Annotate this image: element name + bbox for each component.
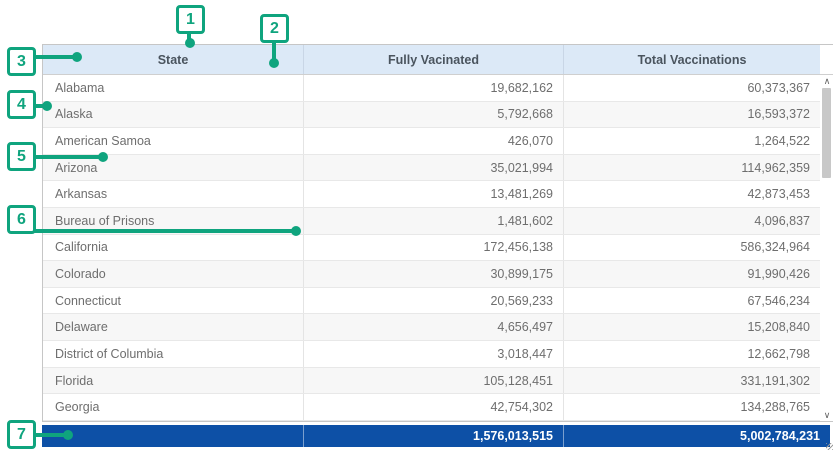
screenshot-canvas: State Fully Vacinated Total Vaccinations… bbox=[0, 0, 833, 453]
header-scrollbar-corner bbox=[820, 45, 833, 74]
cell-state: Georgia bbox=[43, 394, 304, 420]
column-header-total-vaccinations[interactable]: Total Vaccinations bbox=[564, 45, 820, 74]
table-row[interactable]: Delaware 4,656,497 15,208,840 bbox=[43, 314, 820, 341]
callout-dot-1 bbox=[185, 38, 195, 48]
callout-dot-6 bbox=[291, 226, 301, 236]
cell-state: Arkansas bbox=[43, 181, 304, 207]
cell-state: California bbox=[43, 235, 304, 261]
cell-fully-vaccinated: 30,899,175 bbox=[304, 261, 564, 287]
cell-total-vaccinations: 91,990,426 bbox=[564, 261, 820, 287]
table-row[interactable]: Arkansas 13,481,269 42,873,453 bbox=[43, 181, 820, 208]
callout-dot-2 bbox=[269, 58, 279, 68]
table-rows: Alabama 19,682,162 60,373,367 Alaska 5,7… bbox=[43, 75, 820, 421]
cell-fully-vaccinated: 19,682,162 bbox=[304, 75, 564, 101]
scroll-down-icon[interactable]: ∨ bbox=[820, 410, 833, 420]
table-row[interactable]: Connecticut 20,569,233 67,546,234 bbox=[43, 288, 820, 315]
totals-cell-state bbox=[42, 425, 303, 447]
annotation-marker-4: 4 bbox=[7, 90, 36, 119]
table-row[interactable]: Alaska 5,792,668 16,593,372 bbox=[43, 102, 820, 129]
annotation-marker-3: 3 bbox=[7, 47, 36, 76]
cell-fully-vaccinated: 105,128,451 bbox=[304, 368, 564, 394]
cell-total-vaccinations: 134,288,765 bbox=[564, 394, 820, 420]
scrollbar-thumb[interactable] bbox=[822, 88, 831, 178]
table-row[interactable]: Florida 105,128,451 331,191,302 bbox=[43, 368, 820, 395]
attribute-table: State Fully Vacinated Total Vaccinations… bbox=[42, 44, 833, 447]
table-body: Alabama 19,682,162 60,373,367 Alaska 5,7… bbox=[43, 75, 833, 421]
table-row[interactable]: Arizona 35,021,994 114,962,359 bbox=[43, 155, 820, 182]
cell-state: Alaska bbox=[43, 102, 304, 128]
callout-dot-5 bbox=[98, 152, 108, 162]
cell-fully-vaccinated: 4,656,497 bbox=[304, 314, 564, 340]
cell-fully-vaccinated: 172,456,138 bbox=[304, 235, 564, 261]
cell-fully-vaccinated: 426,070 bbox=[304, 128, 564, 154]
totals-row: 1,576,013,515 5,002,784,231 bbox=[42, 425, 830, 447]
cell-total-vaccinations: 586,324,964 bbox=[564, 235, 820, 261]
table-row[interactable]: Georgia 42,754,302 134,288,765 bbox=[43, 394, 820, 421]
cell-total-vaccinations: 1,264,522 bbox=[564, 128, 820, 154]
cell-state: Alabama bbox=[43, 75, 304, 101]
callout-dot-4 bbox=[42, 101, 52, 111]
callout-line-6 bbox=[33, 229, 296, 233]
table-row[interactable]: American Samoa 426,070 1,264,522 bbox=[43, 128, 820, 155]
column-header-state[interactable]: State bbox=[43, 45, 304, 74]
annotation-marker-6: 6 bbox=[7, 205, 36, 234]
table-row[interactable]: Alabama 19,682,162 60,373,367 bbox=[43, 75, 820, 102]
cell-total-vaccinations: 16,593,372 bbox=[564, 102, 820, 128]
table-row[interactable]: Colorado 30,899,175 91,990,426 bbox=[43, 261, 820, 288]
table-row[interactable]: District of Columbia 3,018,447 12,662,79… bbox=[43, 341, 820, 368]
annotation-marker-2: 2 bbox=[260, 14, 289, 43]
cell-state: Colorado bbox=[43, 261, 304, 287]
scroll-up-icon[interactable]: ∧ bbox=[820, 76, 833, 86]
column-header-fully-vaccinated[interactable]: Fully Vacinated bbox=[304, 45, 564, 74]
callout-dot-7 bbox=[63, 430, 73, 440]
cell-total-vaccinations: 15,208,840 bbox=[564, 314, 820, 340]
cell-total-vaccinations: 42,873,453 bbox=[564, 181, 820, 207]
annotation-marker-5: 5 bbox=[7, 142, 36, 171]
resize-grip[interactable] bbox=[826, 443, 833, 450]
callout-line-3 bbox=[33, 55, 77, 59]
cell-state: American Samoa bbox=[43, 128, 304, 154]
cell-total-vaccinations: 12,662,798 bbox=[564, 341, 820, 367]
annotation-marker-1: 1 bbox=[176, 5, 205, 34]
cell-state: Florida bbox=[43, 368, 304, 394]
cell-fully-vaccinated: 20,569,233 bbox=[304, 288, 564, 314]
totals-cell-fully-vaccinated: 1,576,013,515 bbox=[303, 425, 563, 447]
cell-fully-vaccinated: 13,481,269 bbox=[304, 181, 564, 207]
cell-state: District of Columbia bbox=[43, 341, 304, 367]
cell-total-vaccinations: 331,191,302 bbox=[564, 368, 820, 394]
table-row[interactable]: California 172,456,138 586,324,964 bbox=[43, 235, 820, 262]
cell-total-vaccinations: 67,546,234 bbox=[564, 288, 820, 314]
vertical-scrollbar[interactable]: ∧ ∨ bbox=[820, 75, 833, 421]
annotation-marker-7: 7 bbox=[7, 420, 36, 449]
cell-total-vaccinations: 114,962,359 bbox=[564, 155, 820, 181]
cell-state: Connecticut bbox=[43, 288, 304, 314]
cell-fully-vaccinated: 5,792,668 bbox=[304, 102, 564, 128]
callout-dot-3 bbox=[72, 52, 82, 62]
cell-fully-vaccinated: 3,018,447 bbox=[304, 341, 564, 367]
table-main: State Fully Vacinated Total Vaccinations… bbox=[42, 44, 833, 422]
totals-cell-total-vaccinations: 5,002,784,231 bbox=[563, 425, 830, 447]
cell-fully-vaccinated: 35,021,994 bbox=[304, 155, 564, 181]
cell-total-vaccinations: 60,373,367 bbox=[564, 75, 820, 101]
callout-line-5 bbox=[33, 155, 103, 159]
cell-state: Delaware bbox=[43, 314, 304, 340]
cell-total-vaccinations: 4,096,837 bbox=[564, 208, 820, 234]
cell-fully-vaccinated: 1,481,602 bbox=[304, 208, 564, 234]
cell-fully-vaccinated: 42,754,302 bbox=[304, 394, 564, 420]
table-header-row: State Fully Vacinated Total Vaccinations bbox=[43, 45, 833, 75]
